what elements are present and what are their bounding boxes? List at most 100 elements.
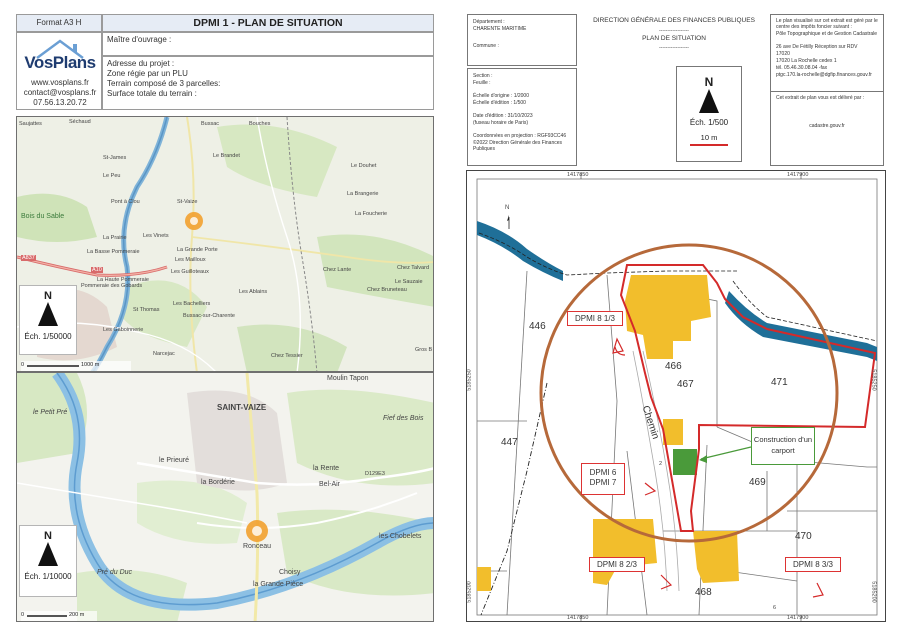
right-text-9: cadastre.gouv.fr (809, 123, 845, 129)
scale-box-10000: N Éch. 1/10000 (19, 525, 77, 597)
map-place: Chez Talvard (397, 265, 429, 271)
dashes-1: ------------------ (659, 28, 689, 34)
map-place: Pommeraie des Gobards (81, 283, 143, 289)
dpmi-tag-6-7: DPMI 6 DPMI 7 (581, 463, 625, 495)
map-place: St Thomas (133, 307, 160, 313)
scale-label: Éch. 1/50000 (24, 332, 72, 341)
map-place: Bussac-sur-Charente (183, 313, 235, 319)
right-text-4: 17020 (776, 51, 790, 57)
parcel-number: 447 (501, 437, 518, 448)
map-place: St-Vaize (177, 199, 198, 205)
date-edition: Date d'édition : 31/10/2023 (473, 113, 533, 119)
map-place: le Prieuré (159, 457, 189, 464)
scale-box-50000: N Éch. 1/50000 (19, 285, 77, 355)
parcel-number: 466 (665, 361, 682, 372)
dept-value: CHARENTE MARITIME (473, 26, 527, 32)
parcels-text: Terrain composé de 3 parcelles: (107, 79, 221, 88)
north-arrow-icon (38, 302, 58, 326)
email: contact@vosplans.fr (23, 88, 97, 97)
map-place: Bois du Sable (21, 213, 65, 220)
map-place: Bel-Air (319, 481, 341, 488)
map-overview-50000[interactable]: Saujattes Séchaud Bussac Bouches Le Bran… (16, 116, 434, 372)
map-place: Narcejac (153, 351, 175, 357)
cadastre-graphic (476, 173, 878, 621)
format-cell: Format A3 H (16, 14, 102, 32)
project-address-label: Adresse du projet : (107, 59, 175, 68)
fuseau: (fuseau horaire de Paris) (473, 120, 529, 126)
parcel-number: 470 (795, 531, 812, 542)
right-text-7: ptgc.170.la-rochelle@dgfip.finances.gouv… (776, 72, 872, 78)
echelle-edition: Échelle d'édition : 1/500 (473, 100, 526, 106)
map-place: Le Sauzaie (395, 279, 423, 285)
map-place: Les Gaboinnerie (103, 327, 144, 333)
construction-callout: Construction d'un carport (751, 427, 815, 465)
parcel-number: 469 (749, 477, 766, 488)
coord-right: 5185200 (870, 581, 877, 603)
dpmi-tag: DPMI 8 3/3 (785, 557, 841, 572)
dpmi-tag-line: DPMI 7 (589, 478, 617, 487)
owner-cell: Maître d'ouvrage : (102, 32, 434, 56)
parcel-number: 468 (695, 587, 712, 598)
north-letter: N (44, 290, 52, 302)
map-place: Les Bachelliers (173, 301, 211, 307)
echelle-origine: Échelle d'origine : 1/2000 (473, 93, 529, 99)
scale-label: Éch. 1/500 (689, 118, 729, 127)
map-place: Ronceau (243, 543, 272, 550)
scale-bar-text: 200 m (69, 612, 85, 618)
bottom-num: 6 (773, 605, 777, 611)
parcel-number: 446 (529, 321, 546, 332)
road-label: D129E3 (365, 471, 385, 477)
map-place: Choisy (279, 569, 301, 576)
map-place: Fief des Bois (383, 415, 424, 422)
map-place: la Grande Pièce (253, 581, 304, 588)
zone-text: Zone régie par un PLU (107, 69, 188, 78)
map-place: Bouches (249, 121, 271, 127)
scale-bar-bottom: 0 200 m (21, 611, 97, 621)
commune-label: Commune : (473, 43, 499, 49)
coord-bottom: 1417900 (787, 615, 809, 621)
map-place: La Prairie (103, 235, 127, 241)
map-place: Bussac (201, 121, 220, 127)
owner-label: Maître d'ouvrage : (107, 35, 172, 44)
cadastre-scale-box: N Éch. 1/500 10 m (676, 66, 742, 162)
scale-bar-text: 1000 m (81, 362, 100, 368)
format-label: Format A3 H (36, 18, 82, 27)
coords-projection: Coordonnées en projection : RGF93CC46 (473, 133, 567, 139)
right-text-1: Le plan visualisé sur cet extrait est gé… (776, 18, 878, 31)
coord-top: 1417850 (567, 172, 589, 178)
website: www.vosplans.fr (31, 78, 89, 87)
logo-text: VosPlans (24, 53, 96, 72)
north-letter: N (44, 530, 52, 542)
section-label: Section : (473, 73, 493, 79)
road-label: A10 (91, 267, 103, 273)
map-place: Les Vinets (143, 233, 169, 239)
dpmi-tag: DPMI 8 1/3 (567, 311, 623, 326)
coord-bottom: 1417850 (567, 615, 589, 621)
title-cell: DPMI 1 - PLAN DE SITUATION (102, 14, 434, 32)
map-detail-10000[interactable]: Moulin Tapon SAINT-VAIZE Fief des Bois l… (16, 372, 434, 622)
map-place: Pré du Duc (97, 569, 133, 576)
map-place: Le Brandet (213, 153, 240, 159)
cadastre-right-box: Le plan visualisé sur cet extrait est gé… (770, 14, 884, 166)
scale-bar-top: 0 1000 m (21, 361, 131, 371)
map-place: Gros B (415, 347, 433, 353)
north-letter: N (505, 205, 510, 211)
map-place: SAINT-VAIZE (217, 403, 267, 412)
map-place: St-James (103, 155, 127, 161)
map-place: les Chobelets (379, 533, 422, 540)
map-place: le Petit Pré (33, 409, 68, 416)
scale-bar-text: 10 m (700, 133, 718, 142)
right-text-8: Cet extrait de plan vous est délivré par… (776, 95, 865, 101)
scale-label: Éch. 1/10000 (24, 572, 72, 581)
cadastre-info-box: Section : Feuille : Échelle d'origine : … (467, 68, 577, 166)
plan-title: PLAN DE SITUATION (642, 35, 706, 42)
map-place: Le Douhet (351, 163, 377, 169)
cadastre-map[interactable]: N 1417850 1417900 1417850 1417900 518525… (466, 170, 886, 622)
dashes-2: ------------------ (659, 45, 689, 51)
map-place: Pont à Clou (111, 199, 140, 205)
scale-zero: 0 (21, 362, 25, 368)
map-place: Le Peu (103, 173, 121, 179)
coord-top: 1417900 (787, 172, 809, 178)
map-place: Chez Lante (323, 267, 352, 273)
map-place: La Brangerie (347, 191, 379, 197)
